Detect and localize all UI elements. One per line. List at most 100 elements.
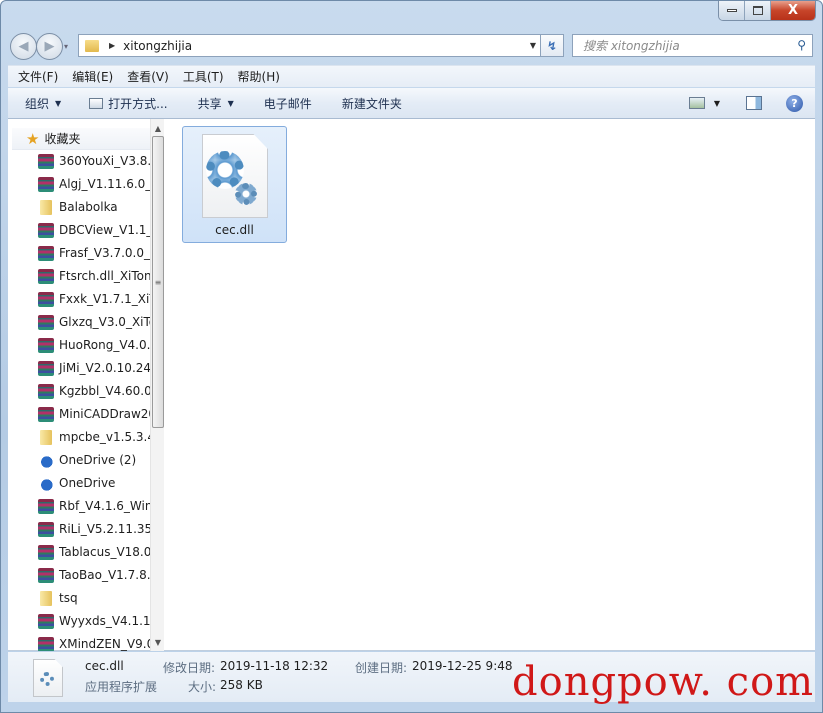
menu-view[interactable]: 查看(V) [127,68,169,85]
open-with-button[interactable]: 打开方式... [80,88,176,118]
favorites-header[interactable]: ★ 收藏夹 [12,128,154,150]
address-history-dropdown[interactable]: ▼ [530,41,536,50]
sidebar-item[interactable]: Ftsrch.dll_XiTon [38,266,153,286]
sidebar-item[interactable]: Balabolka [38,197,153,217]
nav-pane-scrollbar[interactable]: ▲ ≡ ▼ [150,119,164,651]
menu-tools[interactable]: 工具(T) [183,68,224,85]
chevron-down-icon: ▼ [227,98,234,108]
command-bar: 组织 ▼ 打开方式... 共享 ▼ 电子邮件 新建文件夹 ▼ ? [8,88,815,119]
maximize-button[interactable] [745,1,771,20]
sidebar-item[interactable]: Frasf_V3.7.0.0_X [38,243,153,263]
menu-file[interactable]: 文件(F) [18,68,58,85]
breadcrumb-chevron-icon[interactable]: ▶ [109,41,115,50]
scroll-down-icon[interactable]: ▼ [151,635,164,649]
sidebar-item[interactable]: tsq [38,588,153,608]
sidebar-item[interactable]: Glxzq_V3.0_XiTo [38,312,153,332]
email-label: 电子邮件 [263,96,312,111]
scrollbar-thumb[interactable]: ≡ [152,136,164,428]
star-icon: ★ [26,129,40,148]
share-button[interactable]: 共享 ▼ [189,88,243,118]
close-button[interactable]: X [771,1,815,20]
rar-archive-icon [38,544,54,560]
sidebar-item[interactable]: JiMi_V2.0.10.24_ [38,358,153,378]
folder-icon [40,199,52,215]
sidebar-item[interactable]: mpcbe_v1.5.3.4 [38,427,153,447]
onedrive-cloud-icon [38,475,54,491]
sidebar-item[interactable]: HuoRong_V4.0. [38,335,153,355]
recent-pages-dropdown[interactable]: ▾ [64,42,68,51]
new-folder-button[interactable]: 新建文件夹 [333,88,411,118]
onedrive-cloud-icon [38,452,54,468]
new-folder-label: 新建文件夹 [341,96,402,111]
sidebar-item-label: RiLi_V5.2.11.354 [59,522,153,536]
forward-button[interactable]: ▶ [36,33,63,60]
help-icon[interactable]: ? [786,94,803,112]
sidebar-item[interactable]: XMindZEN_V9.0 [38,634,153,651]
gear-icon [206,151,244,189]
sidebar-item-label: mpcbe_v1.5.3.4 [59,430,153,444]
view-options-dropdown[interactable]: ▼ [714,99,720,108]
rar-archive-icon [38,613,54,629]
open-with-label: 打开方式... [108,96,168,111]
folder-icon [85,39,99,52]
close-icon: X [787,3,799,18]
sidebar-item[interactable]: DBCView_V1.1_X [38,220,153,240]
maximize-icon [752,6,763,15]
size-value: 258 KB [220,678,263,692]
sidebar-item[interactable]: Kgzbbl_V4.60.0 [38,381,153,401]
breadcrumb-xitongzhijia[interactable]: xitongzhijia [123,39,192,53]
menu-help[interactable]: 帮助(H) [238,68,280,85]
refresh-button[interactable]: ↯ [541,34,564,57]
search-input[interactable] [583,38,783,53]
rar-archive-icon [38,153,54,169]
minimize-button[interactable] [719,1,745,20]
sidebar-item-label: MiniCADDraw20 [59,407,153,421]
sidebar-item[interactable]: RiLi_V5.2.11.354 [38,519,153,539]
sidebar-item[interactable]: 360YouXi_V3.8.7 [38,151,153,171]
file-name: cec.dll [215,223,254,237]
sidebar-item-label: OneDrive (2) [59,453,137,467]
sidebar-item-label: DBCView_V1.1_X [59,223,153,237]
rar-archive-icon [38,383,54,399]
file-item-cec-dll[interactable]: cec.dll [182,126,287,243]
sidebar-item[interactable]: Rbf_V4.1.6_Win [38,496,153,516]
sidebar-item-label: Rbf_V4.1.6_Win [59,499,153,513]
sidebar-item[interactable]: Fxxk_V1.7.1_XiT [38,289,153,309]
preview-pane-icon[interactable] [746,96,762,110]
open-with-icon [89,97,104,109]
details-file-name: cec.dll [85,659,124,673]
address-bar[interactable]: ▶ xitongzhijia ▼ [78,34,541,57]
rar-archive-icon [38,521,54,537]
sidebar-item-label: Glxzq_V3.0_XiTo [59,315,153,329]
search-icon[interactable]: ⚲ [797,38,806,52]
sidebar-item[interactable]: OneDrive [38,473,153,493]
sidebar-item[interactable]: Wyyxds_V4.1.1. [38,611,153,631]
sidebar-item[interactable]: OneDrive (2) [38,450,153,470]
sidebar-item-label: HuoRong_V4.0. [59,338,151,352]
rar-archive-icon [38,314,54,330]
sidebar-item-label: Kgzbbl_V4.60.0 [59,384,152,398]
organize-label: 组织 [25,96,50,111]
change-view-icon[interactable] [688,97,705,109]
sidebar-item-label: Balabolka [59,200,118,214]
organize-button[interactable]: 组织 ▼ [8,88,70,118]
rar-archive-icon [38,176,54,192]
menu-edit[interactable]: 编辑(E) [72,68,113,85]
sidebar-item-label: JiMi_V2.0.10.24_ [59,361,153,375]
sidebar-item[interactable]: Algj_V1.11.6.0_X [38,174,153,194]
forward-arrow-icon: ▶ [44,39,55,54]
sidebar-item[interactable]: Tablacus_V18.0 [38,542,153,562]
created-value: 2019-12-25 9:48 [412,659,513,673]
sidebar-item[interactable]: MiniCADDraw20 [38,404,153,424]
refresh-icon: ↯ [546,38,558,53]
search-box[interactable]: ⚲ [572,34,813,57]
back-button[interactable]: ◀ [10,33,37,60]
sidebar-item-label: tsq [59,591,78,605]
window-controls: X [718,1,816,21]
watermark: dongpow. com [512,659,815,705]
sidebar-item[interactable]: TaoBao_V1.7.8. [38,565,153,585]
email-button[interactable]: 电子邮件 [255,88,321,118]
rar-archive-icon [38,245,54,261]
size-label: 大小: [188,680,217,694]
scroll-up-icon[interactable]: ▲ [151,121,164,135]
